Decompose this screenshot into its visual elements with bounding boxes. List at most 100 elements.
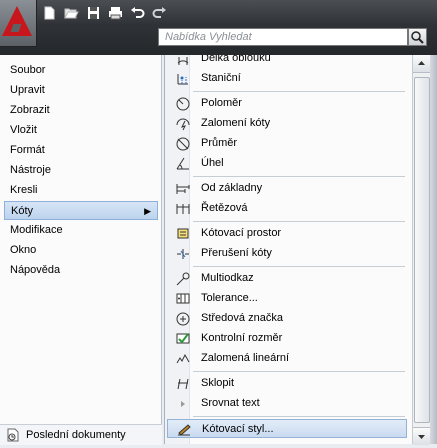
submenu-item-label: Sklopit [201,377,235,389]
application-menu-button[interactable] [0,0,37,47]
title-bar: Nabídka Vyhledat [0,0,437,55]
recent-documents-label: Poslední dokumenty [26,429,126,441]
menu-item-label: Formát [10,144,45,156]
menu-item-modifikace[interactable]: Modifikace [4,221,158,240]
scroll-thumb[interactable] [414,77,430,423]
submenu-item-oblique[interactable]: Sklopit [167,374,407,393]
dimension-submenu: Délka oblouku Staniční Poloměr Zalomení … [164,55,412,444]
search-input[interactable]: Nabídka Vyhledat [158,28,408,46]
submenu-item-label: Staniční [201,72,241,84]
submenu-item-tolerance[interactable]: Tolerance... [167,289,407,308]
menu-item-kresli[interactable]: Kresli [4,181,158,200]
submenu-item-label: Délka oblouku [201,55,271,64]
submenu-item-space[interactable]: Kótovací prostor [167,224,407,243]
window-edge [430,55,437,444]
open-icon[interactable] [62,5,80,21]
scroll-up-button[interactable] [413,55,430,73]
submenu-item-baseline[interactable]: Od základny [167,179,407,198]
separator [193,416,405,417]
submenu-item-dimension-style[interactable]: Kótovací styl... [167,419,407,438]
quick-access-toolbar [40,4,180,22]
dimension-space-icon [177,228,189,239]
menu-item-label: Upravit [10,84,45,96]
undo-icon[interactable] [128,5,146,21]
separator [193,371,405,372]
chevron-down-icon [418,435,425,439]
continue-icon [176,204,190,214]
tolerance-icon [176,293,190,304]
diameter-icon [176,137,190,151]
submenu-item-label: Kótovací styl... [202,423,274,435]
dimension-break-icon [177,249,189,259]
menu-item-label: Okno [10,244,37,256]
submenu-item-diameter[interactable]: Průměr [167,134,407,153]
menu-item-napoveda[interactable]: Nápověda [4,261,158,280]
menu-item-label: Zobrazit [10,104,50,116]
menu-item-soubor[interactable]: Soubor [4,61,158,80]
center-mark-icon [176,312,190,326]
submenu-item-multileader[interactable]: Multiodkaz [167,269,407,288]
separator [193,176,405,177]
submenu-arrow-icon [181,401,185,407]
scroll-down-button[interactable] [413,427,430,445]
jogged-linear-icon [176,353,190,364]
submenu-item-label: Zalomení kóty [201,117,271,129]
submenu-item-label: Od základny [201,182,263,194]
menu-item-label: Nápověda [10,264,61,276]
submenu-item-label: Zalomená lineární [201,352,290,364]
menu-item-koty[interactable]: Kóty ▶ [4,201,158,220]
print-icon[interactable] [106,5,124,21]
inspection-icon [176,333,190,344]
radius-icon [176,97,190,111]
submenu-item-arc-length[interactable]: Délka oblouku [167,55,407,68]
menu-item-label: Kóty [11,205,34,217]
submenu-item-label: Kótovací prostor [201,227,282,239]
submenu-item-jogged[interactable]: Zalomení kóty [167,114,407,133]
submenu-item-label: Poloměr [201,97,242,109]
menu-item-upravit[interactable]: Upravit [4,81,158,100]
search-button[interactable] [408,28,427,46]
chevron-up-icon [418,61,425,65]
submenu-item-ordinate[interactable]: Staniční [167,69,407,88]
menu-item-vlozit[interactable]: Vložit [4,121,158,140]
menu-item-label: Nástroje [10,164,51,176]
submenu-item-radius[interactable]: Poloměr [167,94,407,113]
dimension-style-icon [178,424,191,436]
submenu-item-label: Přerušení kóty [201,247,272,259]
search-icon [411,30,424,44]
recent-documents-icon [7,428,19,442]
submenu-item-break[interactable]: Přerušení kóty [167,244,407,263]
submenu-item-inspection[interactable]: Kontrolní rozměr [167,329,407,348]
jogged-radius-icon [176,118,190,131]
submenu-item-label: Srovnat text [201,397,260,409]
multileader-icon [176,272,190,286]
submenu-item-center-mark[interactable]: Středová značka [167,309,407,328]
new-icon[interactable] [40,5,58,21]
menu-item-okno[interactable]: Okno [4,241,158,260]
submenu-item-angular[interactable]: Úhel [167,154,407,173]
save-icon[interactable] [84,5,102,21]
redo-icon[interactable] [150,5,168,21]
menu-item-label: Soubor [10,64,46,76]
submenu-scrollbar[interactable] [412,55,430,445]
menu-item-label: Vložit [10,124,37,136]
angular-icon [176,157,189,170]
menu-item-zobrazit[interactable]: Zobrazit [4,101,158,120]
submenu-item-label: Multiodkaz [201,272,254,284]
submenu-item-label: Řetězová [201,202,248,214]
submenu-item-label: Středová značka [201,312,283,324]
submenu-item-align-text[interactable]: Srovnat text [167,394,407,413]
submenu-arrow-icon: ▶ [144,206,151,216]
recent-documents-button[interactable]: Poslední dokumenty [0,424,162,445]
submenu-item-jogged-linear[interactable]: Zalomená lineární [167,349,407,368]
main-menu: Soubor Upravit Zobrazit Vložit Formát Ná… [0,55,162,444]
arc-length-icon [177,57,189,65]
menu-item-nastroje[interactable]: Nástroje [4,161,158,180]
ordinate-icon [177,74,188,85]
menu-item-format[interactable]: Formát [4,141,158,160]
menu-item-label: Kresli [10,184,38,196]
separator [193,266,405,267]
menu-item-label: Modifikace [10,224,63,236]
oblique-icon [177,378,189,390]
submenu-item-continue[interactable]: Řetězová [167,199,407,218]
